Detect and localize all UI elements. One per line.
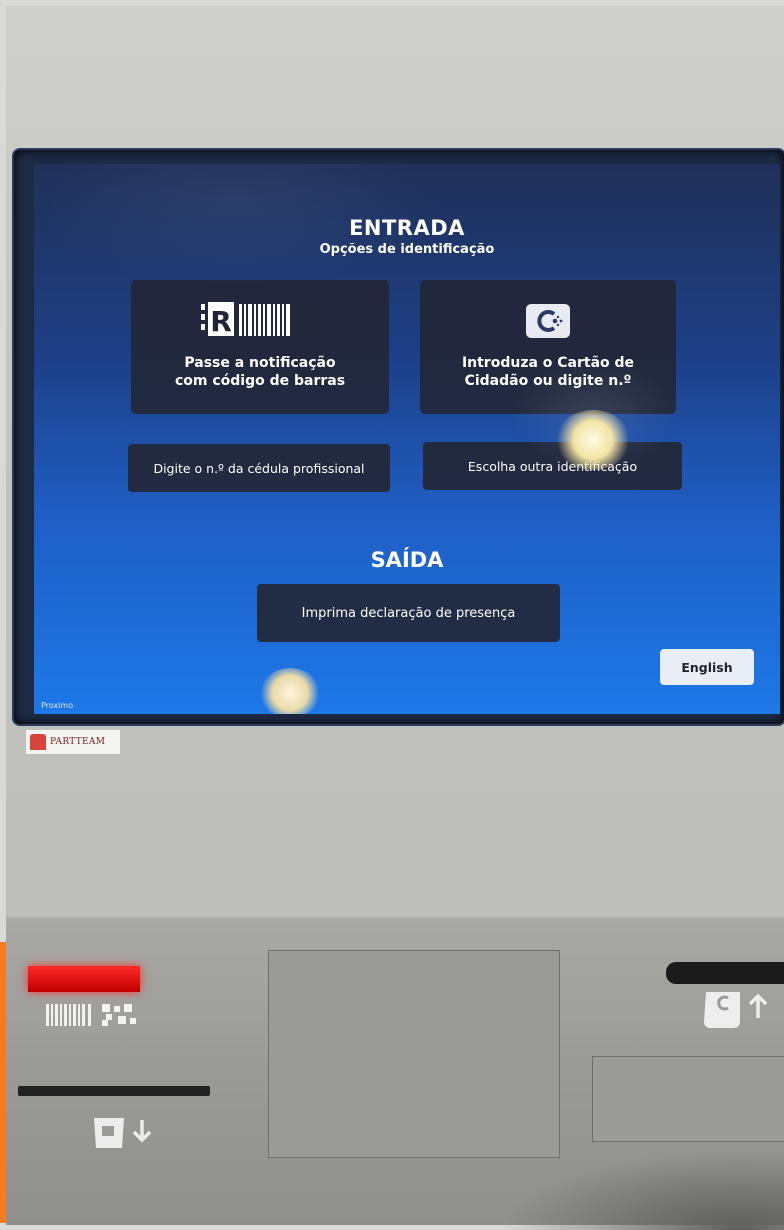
barcode-qr-scanner-icon xyxy=(46,1004,136,1026)
manufacturer-logo: PARTTEAM xyxy=(26,730,120,754)
partteam-logo-icon xyxy=(30,734,46,750)
citizen-card-label-line1: Introduza o Cartão de xyxy=(461,355,635,371)
english-language-button[interactable]: English xyxy=(660,649,754,685)
floor-shadow xyxy=(500,1150,784,1230)
barcode-label-line1: Passe a notificação xyxy=(184,355,336,371)
barcode-option-label: Passe a notificação com código de barras xyxy=(131,354,389,390)
card-dispense-icon xyxy=(94,1118,152,1148)
exit-title: SAÍDA xyxy=(370,548,444,572)
card-insert-icon xyxy=(704,992,768,1028)
card-dispense-slot[interactable] xyxy=(18,1086,210,1096)
screen-glare-bottom xyxy=(260,668,320,714)
citizen-card-option-label: Introduza o Cartão de Cidadão ou digite … xyxy=(420,354,676,390)
citizen-card-label-line2: Cidadão ou digite n.º xyxy=(464,373,632,389)
svg-text:R: R xyxy=(210,305,232,338)
barcode-r-icon: R xyxy=(201,302,290,338)
screen-glare xyxy=(556,410,630,470)
other-identification-button[interactable]: Escolha outra identificação xyxy=(423,442,682,490)
barcode-notification-option[interactable]: R Passe a notificação com código de barr… xyxy=(131,280,389,414)
print-attendance-button[interactable]: Imprima declaração de presença xyxy=(257,584,560,642)
citizen-card-icon xyxy=(526,304,570,338)
citizen-card-option[interactable]: Introduza o Cartão de Cidadão ou digite … xyxy=(420,280,676,414)
professional-id-button[interactable]: Digite o n.º da cédula profissional xyxy=(128,444,390,492)
right-access-door xyxy=(592,1056,784,1142)
center-access-door xyxy=(268,950,560,1158)
card-insert-slot[interactable] xyxy=(666,962,784,984)
kiosk-screen: ENTRADA Opções de identificação R Passe … xyxy=(34,164,780,714)
manufacturer-logo-text: PARTTEAM xyxy=(50,737,106,747)
barcode-label-line2: com código de barras xyxy=(174,373,346,389)
page-subtitle: Opções de identificação xyxy=(319,242,495,257)
screen-brand: Proximo xyxy=(41,701,74,710)
barcode-scanner-window[interactable] xyxy=(28,966,140,992)
page-title: ENTRADA xyxy=(349,216,465,240)
